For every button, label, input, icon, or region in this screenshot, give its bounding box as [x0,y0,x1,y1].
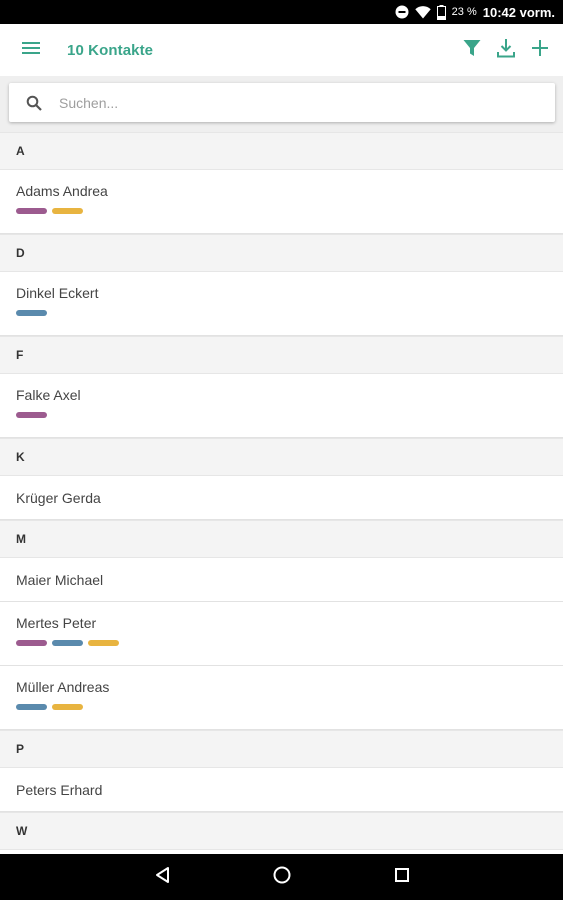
download-icon [496,38,516,63]
page-title: 10 Kontakte [67,41,154,59]
contact-row[interactable]: Falke Axel [0,374,563,438]
contact-tags [16,310,563,316]
contact-row[interactable]: Krüger Gerda [0,476,563,520]
menu-button[interactable] [9,28,53,72]
filter-button[interactable] [455,28,489,72]
section-header: W [0,812,563,850]
tag-purple [16,412,47,418]
menu-icon [22,41,40,60]
add-contact-button[interactable] [523,28,557,72]
status-bar: 23 % 10:42 vorm. [0,0,563,24]
battery-percent: 23 % [451,6,477,18]
contact-row[interactable]: Dinkel Eckert [0,272,563,336]
recents-button[interactable] [387,862,417,892]
contact-name: Falke Axel [16,387,81,403]
section-header: P [0,730,563,768]
contact-name: Adams Andrea [16,183,108,199]
contact-tags [16,640,563,646]
do-not-disturb-icon [395,5,409,19]
search-icon [23,92,45,114]
search-area [0,76,563,132]
status-clock: 10:42 vorm. [482,4,555,20]
contact-row[interactable]: Maier Michael [0,558,563,602]
home-icon [272,865,292,890]
tag-blue [52,640,83,646]
recents-icon [393,866,411,889]
section-header: M [0,520,563,558]
app-bar: 10 Kontakte [0,24,563,76]
contact-name: Krüger Gerda [16,489,101,506]
contact-list[interactable]: A Adams Andrea D Dinkel Eckert F Falke Axel K K… [0,132,563,854]
tag-blue [16,310,47,316]
contact-name: Mertes Peter [16,615,97,631]
contact-name: Dinkel Eckert [16,285,99,301]
back-icon [154,866,172,889]
download-button[interactable] [489,28,523,72]
back-button[interactable] [148,862,178,892]
wifi-icon [414,5,431,19]
home-button[interactable] [267,862,297,892]
contact-row[interactable]: Peters Erhard [0,768,563,812]
section-header: F [0,336,563,374]
section-header: K [0,438,563,476]
tag-purple [16,208,47,214]
tag-blue [16,704,47,710]
contact-name: Müller Andreas [16,679,110,695]
tag-purple [16,640,47,646]
tag-yellow [88,640,119,646]
battery-icon [436,4,446,20]
search-bar[interactable] [9,83,555,122]
navigation-bar [0,854,563,900]
app-bar-actions [455,28,557,72]
contact-tags [16,412,563,418]
add-icon [531,39,549,62]
section-header: D [0,234,563,272]
contact-row[interactable]: Müller Andreas [0,666,563,730]
contact-tags [16,704,563,710]
contact-name: Maier Michael [16,571,104,588]
contact-name: Peters Erhard [16,781,103,798]
filter-icon [463,39,481,62]
contact-tags [16,208,563,214]
tag-yellow [52,208,83,214]
contact-row[interactable]: Mertes Peter [0,602,563,666]
contact-row[interactable]: Adams Andrea [0,170,563,234]
tag-yellow [52,704,83,710]
section-header: A [0,132,563,170]
search-input[interactable] [59,94,519,111]
